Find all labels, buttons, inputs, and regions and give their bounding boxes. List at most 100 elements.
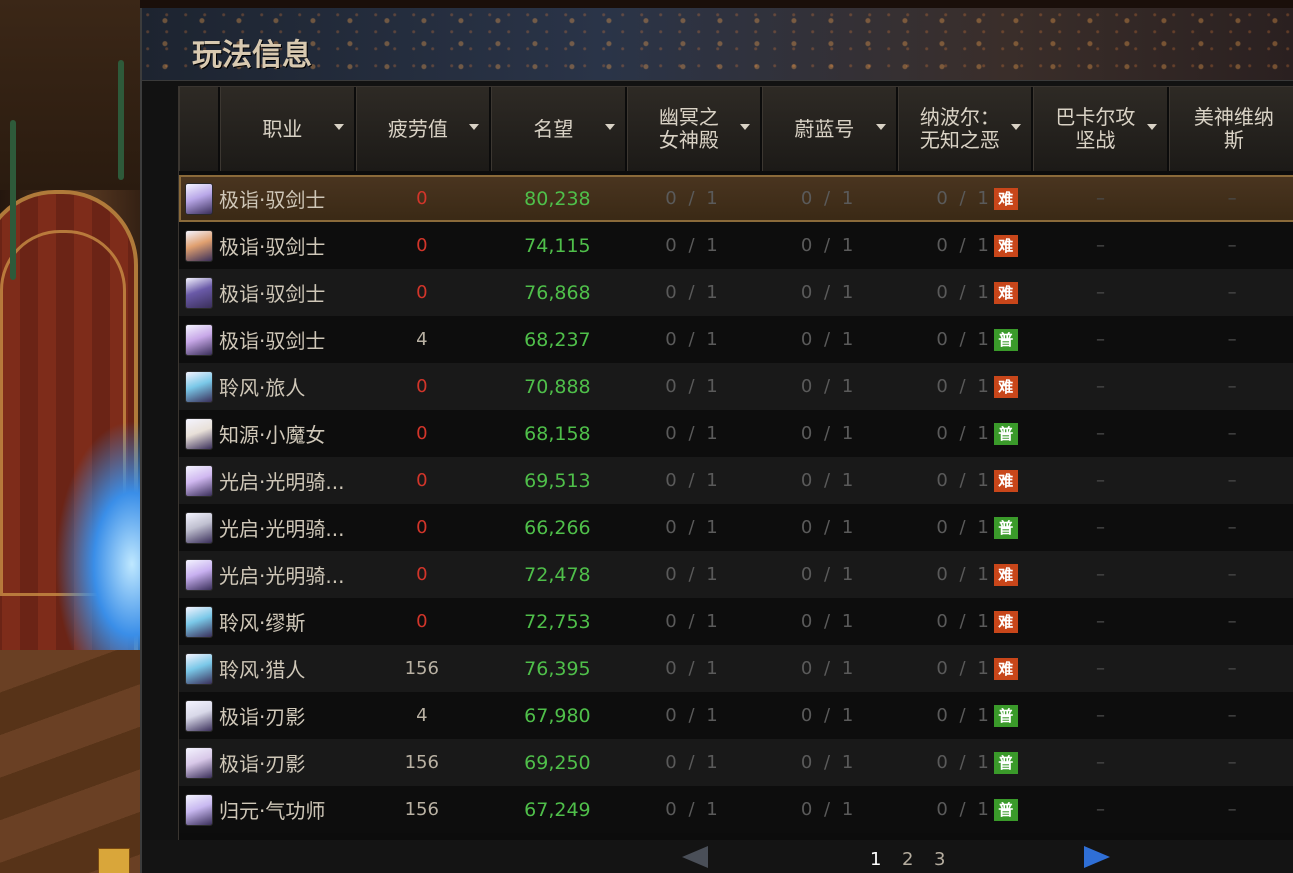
table-row[interactable]: 极诣·驭剑士 0 76,868 0 / 10 / 10 / 1 难 – –	[179, 269, 1293, 316]
difficulty-badge: 普	[993, 704, 1018, 727]
character-avatar	[185, 511, 213, 544]
dungeon-progress: 0 / 1	[800, 282, 857, 303]
dungeon-progress: 0 / 1	[936, 752, 992, 773]
sort-caret-icon[interactable]	[1011, 124, 1022, 130]
dungeon-progress: 0 / 1	[936, 517, 992, 538]
column-header-dungeon-2[interactable]: 蔚蓝号	[762, 87, 898, 171]
character-cell: 极诣·驭剑士	[179, 175, 354, 222]
sort-caret-icon[interactable]	[604, 124, 615, 130]
dungeon-progress: 0 / 1	[936, 799, 992, 820]
column-header-dungeon-4[interactable]: 巴卡尔攻 坚战	[1033, 87, 1169, 171]
page-number[interactable]: 2	[902, 849, 913, 870]
character-cell: 聆风·缪斯	[179, 598, 354, 645]
difficulty-badge: 普	[993, 751, 1018, 774]
table-row[interactable]: 聆风·旅人 0 70,888 0 / 10 / 10 / 1 难 – –	[179, 363, 1293, 410]
page-number[interactable]: 3	[934, 849, 945, 870]
fatigue-value: 156	[404, 799, 439, 820]
sort-caret-icon[interactable]	[740, 124, 751, 130]
dungeon-progress-cell: 0 / 1普	[896, 410, 1032, 457]
dungeon-progress: –	[1227, 658, 1237, 679]
dungeon-progress: 0 / 1	[936, 658, 992, 679]
column-header-dungeon-1[interactable]: 幽冥之 女神殿	[626, 87, 763, 171]
dungeon-progress: 0 / 1	[665, 799, 721, 820]
table-row[interactable]: 聆风·猎人 156 76,395 0 / 10 / 10 / 1 难 – –	[179, 645, 1293, 692]
character-cell: 光启·光明骑...	[179, 504, 354, 551]
column-header-dungeon-5[interactable]: 美神维纳 斯	[1168, 87, 1293, 171]
dungeon-progress: –	[1227, 611, 1237, 632]
column-header-label: 幽冥之 女神殿	[658, 105, 719, 152]
next-page-arrow-icon[interactable]	[1084, 846, 1110, 868]
dungeon-progress: –	[1095, 235, 1105, 256]
character-avatar	[185, 652, 213, 685]
character-avatar	[185, 605, 213, 638]
fatigue-value: 0	[416, 470, 428, 491]
dungeon-progress: 0 / 1	[800, 752, 857, 773]
table-row[interactable]: 归元·气功师 156 67,249 0 / 10 / 10 / 1 普 – –	[179, 786, 1293, 833]
background-sign	[98, 848, 130, 873]
difficulty-badge: 难	[993, 657, 1018, 680]
dungeon-progress: 0 / 1	[936, 611, 992, 632]
fame-value: 70,888	[524, 375, 591, 398]
difficulty-badge: 普	[993, 328, 1018, 351]
column-header-label: 巴卡尔攻 坚战	[1055, 105, 1136, 152]
background-floor	[0, 650, 140, 873]
table-row[interactable]: 极诣·驭剑士 0 80,238 0 / 10 / 10 / 1 难 – –	[179, 175, 1293, 222]
table-row[interactable]: 光启·光明骑... 0 72,478 0 / 10 / 10 / 1 难 – –	[179, 551, 1293, 598]
dungeon-progress: 0 / 1	[665, 470, 721, 491]
character-avatar	[185, 229, 213, 262]
table-row[interactable]: 光启·光明骑... 0 69,513 0 / 10 / 10 / 1 难 – –	[179, 457, 1293, 504]
dungeon-progress: –	[1095, 282, 1105, 303]
fatigue-value: 0	[416, 376, 428, 397]
dungeon-progress: 0 / 1	[800, 564, 857, 585]
character-avatar	[185, 699, 213, 732]
character-class-name: 极诣·刃影	[219, 752, 306, 776]
dungeon-progress-cell: 0 / 1难	[896, 363, 1032, 410]
fame-value: 76,395	[524, 657, 591, 680]
fatigue-value: 156	[404, 752, 439, 773]
dungeon-progress: –	[1095, 188, 1105, 209]
dungeon-progress: 0 / 1	[936, 705, 992, 726]
column-header-label: 美神维纳 斯	[1193, 105, 1274, 152]
sort-caret-icon[interactable]	[875, 124, 886, 130]
character-class-name: 极诣·刃影	[219, 705, 306, 729]
sort-caret-icon[interactable]	[469, 124, 480, 130]
page-number[interactable]: 1	[870, 849, 881, 870]
sort-caret-icon[interactable]	[1146, 124, 1157, 130]
table-row[interactable]: 聆风·缪斯 0 72,753 0 / 10 / 10 / 1 难 – –	[179, 598, 1293, 645]
column-header-dungeon-3[interactable]: 纳波尔： 无知之恶	[897, 87, 1034, 171]
table-row[interactable]: 知源·小魔女 0 68,158 0 / 10 / 10 / 1 普 – –	[179, 410, 1293, 457]
table-row[interactable]: 极诣·驭剑士 4 68,237 0 / 10 / 10 / 1 普 – –	[179, 316, 1293, 363]
dungeon-progress: –	[1095, 799, 1105, 820]
table-row[interactable]: 光启·光明骑... 0 66,266 0 / 10 / 10 / 1 普 – –	[179, 504, 1293, 551]
character-avatar	[185, 182, 213, 215]
dungeon-progress: 0 / 1	[936, 564, 992, 585]
fame-value: 80,238	[524, 187, 591, 210]
column-header-fame[interactable]: 名望	[491, 87, 627, 171]
difficulty-badge: 难	[993, 234, 1018, 257]
character-avatar	[185, 323, 213, 356]
background-vine	[118, 60, 124, 180]
character-avatar	[185, 370, 213, 403]
dungeon-progress: –	[1227, 423, 1237, 444]
dungeon-progress: 0 / 1	[665, 705, 721, 726]
character-class-name: 光启·光明骑...	[219, 470, 345, 494]
character-class-name: 极诣·驭剑士	[219, 282, 326, 306]
difficulty-badge: 难	[993, 281, 1018, 304]
fatigue-value: 0	[416, 611, 428, 632]
dungeon-progress: 0 / 1	[800, 799, 857, 820]
sort-caret-icon[interactable]	[333, 124, 344, 130]
dungeon-progress: 0 / 1	[665, 282, 721, 303]
table-row[interactable]: 极诣·驭剑士 0 74,115 0 / 10 / 10 / 1 难 – –	[179, 222, 1293, 269]
table-row[interactable]: 极诣·刃影 156 69,250 0 / 10 / 10 / 1 普 – –	[179, 739, 1293, 786]
character-class-name: 极诣·驭剑士	[219, 329, 326, 353]
dungeon-progress: 0 / 1	[665, 658, 721, 679]
column-header-name[interactable]: 职业	[220, 87, 356, 171]
column-header-fatigue[interactable]: 疲劳值	[355, 87, 492, 171]
dungeon-progress: 0 / 1	[665, 517, 721, 538]
dungeon-progress: 0 / 1	[800, 188, 857, 209]
prev-page-arrow-icon[interactable]	[682, 846, 708, 868]
difficulty-badge: 普	[993, 422, 1018, 445]
table-row[interactable]: 极诣·刃影 4 67,980 0 / 10 / 10 / 1 普 – –	[179, 692, 1293, 739]
dungeon-progress-cell: 0 / 1普	[896, 316, 1032, 363]
difficulty-badge: 难	[993, 563, 1018, 586]
